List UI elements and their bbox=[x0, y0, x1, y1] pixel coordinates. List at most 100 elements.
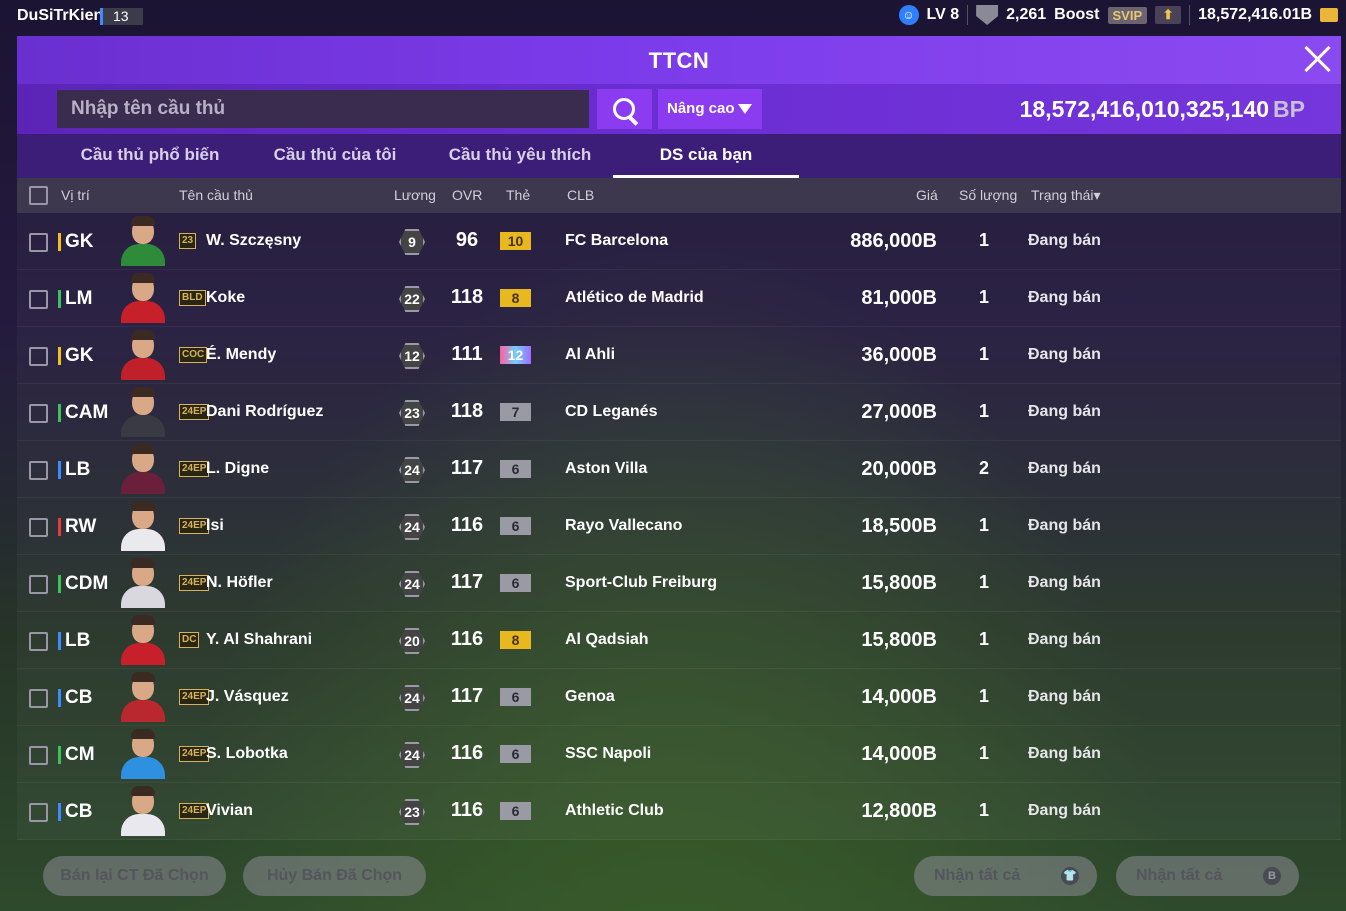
table-row[interactable]: LB 24EP L. Digne 24 117 6 Aston Villa 20,000B 2 Đ… bbox=[17, 441, 1341, 498]
player-position: LB bbox=[58, 459, 90, 481]
player-name[interactable]: É. Mendy bbox=[206, 346, 276, 364]
player-name[interactable]: W. Szczęsny bbox=[206, 232, 301, 250]
tab-your-listings[interactable]: DS của bạn bbox=[613, 134, 799, 178]
player-position: GK bbox=[58, 231, 94, 253]
season-badge-icon: 24EP bbox=[179, 461, 210, 477]
search-input[interactable] bbox=[57, 90, 589, 128]
table-row[interactable]: CB 24EP J. Vásquez 24 117 6 Genoa 14,000B 1 Đang … bbox=[17, 669, 1341, 726]
column-price[interactable]: Giá bbox=[916, 187, 938, 203]
player-name[interactable]: Koke bbox=[206, 289, 245, 307]
advanced-filter-label: Nâng cao bbox=[667, 100, 735, 117]
tab-favorite-players[interactable]: Cầu thủ yêu thích bbox=[427, 134, 613, 178]
row-checkbox[interactable] bbox=[29, 632, 48, 651]
listing-status: Đang bán bbox=[1028, 232, 1101, 249]
player-club: Atlético de Madrid bbox=[565, 289, 704, 306]
player-name[interactable]: Y. Al Shahrani bbox=[206, 631, 312, 649]
tab-bar: Cầu thủ phổ biến Cầu thủ của tôi Cầu thủ… bbox=[17, 134, 1341, 178]
transfer-market-modal: TTCN Nâng cao 18,572,416,010,325,140BP C… bbox=[17, 36, 1341, 906]
row-checkbox[interactable] bbox=[29, 746, 48, 765]
listing-status: Đang bán bbox=[1028, 517, 1101, 534]
table-row[interactable]: CAM 24EP Dani Rodríguez 23 118 7 CD Leganés 27,… bbox=[17, 384, 1341, 441]
player-ovr: 116 bbox=[450, 799, 484, 821]
close-button[interactable] bbox=[1303, 44, 1333, 74]
listing-price: 14,000B bbox=[861, 686, 937, 708]
card-level-badge: 6 bbox=[500, 802, 531, 820]
table-row[interactable]: GK 23 W. Szczęsny 9 96 10 FC Barcelona 886,000B… bbox=[17, 213, 1341, 270]
shield-icon bbox=[976, 5, 999, 25]
player-name[interactable]: L. Digne bbox=[206, 460, 269, 478]
column-club[interactable]: CLB bbox=[567, 187, 594, 203]
search-bar: Nâng cao 18,572,416,010,325,140BP bbox=[17, 84, 1341, 134]
table-row[interactable]: LB DC Y. Al Shahrani 20 116 8 Al Qadsiah 15,800… bbox=[17, 612, 1341, 669]
table-row[interactable]: RW 24EP Isi 24 116 6 Rayo Vallecano 18,500B 1 Đan… bbox=[17, 498, 1341, 555]
divider bbox=[1189, 5, 1191, 25]
select-all-checkbox[interactable] bbox=[29, 186, 48, 205]
listing-price: 15,800B bbox=[861, 629, 937, 651]
card-level-badge: 6 bbox=[500, 460, 531, 478]
column-wage[interactable]: Lương bbox=[394, 187, 436, 203]
boost-up-icon[interactable]: ⬆ bbox=[1155, 6, 1182, 24]
row-checkbox[interactable] bbox=[29, 404, 48, 423]
table-row[interactable]: CB 24EP Vivian 23 116 6 Athletic Club 12,800B 1 Đ… bbox=[17, 783, 1341, 840]
player-position: CB bbox=[58, 801, 92, 823]
player-club: FC Barcelona bbox=[565, 232, 669, 249]
player-avatar bbox=[121, 786, 165, 836]
card-level-badge: 7 bbox=[500, 403, 531, 421]
search-button[interactable] bbox=[597, 89, 652, 129]
chevron-down-icon bbox=[738, 104, 752, 114]
table-row[interactable]: CDM 24EP N. Höfler 24 117 6 Sport-Club Freibur… bbox=[17, 555, 1341, 612]
player-name[interactable]: Vivian bbox=[206, 802, 253, 820]
card-level-badge: 6 bbox=[500, 574, 531, 592]
row-checkbox[interactable] bbox=[29, 518, 48, 537]
player-ovr: 117 bbox=[450, 571, 484, 593]
row-checkbox[interactable] bbox=[29, 575, 48, 594]
level-label: LV 8 bbox=[926, 6, 960, 23]
row-checkbox[interactable] bbox=[29, 689, 48, 708]
table-row[interactable]: GK COC É. Mendy 12 111 12 Al Ahli 36,000B 1 Đang … bbox=[17, 327, 1341, 384]
advanced-filter-button[interactable]: Nâng cao bbox=[658, 89, 762, 129]
table-row[interactable]: CM 24EP S. Lobotka 24 116 6 SSC Napoli 14,000B 1… bbox=[17, 726, 1341, 783]
row-checkbox[interactable] bbox=[29, 461, 48, 480]
column-quantity[interactable]: Số lượng bbox=[959, 187, 1017, 203]
claim-all-bp-button[interactable]: Nhận tất cả B bbox=[1116, 856, 1299, 896]
column-position[interactable]: Vị trí bbox=[61, 187, 90, 203]
player-position: CAM bbox=[58, 402, 108, 424]
player-position: CB bbox=[58, 687, 92, 709]
player-avatar bbox=[121, 615, 165, 665]
cancel-selected-button[interactable]: Hủy Bán Đã Chọn bbox=[243, 856, 426, 896]
player-position: CM bbox=[58, 744, 95, 766]
listing-status: Đang bán bbox=[1028, 403, 1101, 420]
sort-caret-icon: ▾ bbox=[1093, 187, 1101, 203]
claim-all-items-button[interactable]: Nhận tất cả 👕 bbox=[914, 856, 1097, 896]
player-name[interactable]: N. Höfler bbox=[206, 574, 273, 592]
column-status[interactable]: Trạng thái▾ bbox=[1031, 187, 1101, 204]
season-badge-icon: 24EP bbox=[179, 518, 210, 534]
column-name[interactable]: Tên cầu thủ bbox=[179, 187, 253, 203]
tab-popular-players[interactable]: Cầu thủ phổ biến bbox=[57, 134, 243, 178]
resell-selected-button[interactable]: Bán lại CT Đã Chọn bbox=[43, 856, 226, 896]
column-ovr[interactable]: OVR bbox=[452, 187, 482, 203]
table-row[interactable]: LM BLD Koke 22 118 8 Atlético de Madrid 81,000B… bbox=[17, 270, 1341, 327]
card-level-badge: 8 bbox=[500, 289, 531, 307]
player-name[interactable]: Dani Rodríguez bbox=[206, 403, 323, 421]
row-checkbox[interactable] bbox=[29, 803, 48, 822]
tab-my-players[interactable]: Cầu thủ của tôi bbox=[242, 134, 428, 178]
player-ovr: 118 bbox=[450, 286, 484, 308]
row-checkbox[interactable] bbox=[29, 290, 48, 309]
player-name[interactable]: J. Vásquez bbox=[206, 688, 289, 706]
row-checkbox[interactable] bbox=[29, 233, 48, 252]
listing-quantity: 1 bbox=[978, 800, 989, 820]
column-card[interactable]: Thẻ bbox=[506, 187, 530, 203]
listing-quantity: 1 bbox=[978, 572, 989, 592]
coin-icon bbox=[1320, 8, 1338, 22]
listing-price: 14,000B bbox=[861, 743, 937, 765]
shield-count: 2,261 bbox=[1006, 6, 1047, 23]
row-checkbox[interactable] bbox=[29, 347, 48, 366]
player-name[interactable]: S. Lobotka bbox=[206, 745, 288, 763]
player-ovr: 118 bbox=[450, 400, 484, 422]
listing-status: Đang bán bbox=[1028, 688, 1101, 705]
player-name[interactable]: Isi bbox=[206, 517, 224, 535]
player-avatar bbox=[121, 330, 165, 380]
modal-header: TTCN bbox=[17, 36, 1341, 84]
listing-status: Đang bán bbox=[1028, 802, 1101, 819]
